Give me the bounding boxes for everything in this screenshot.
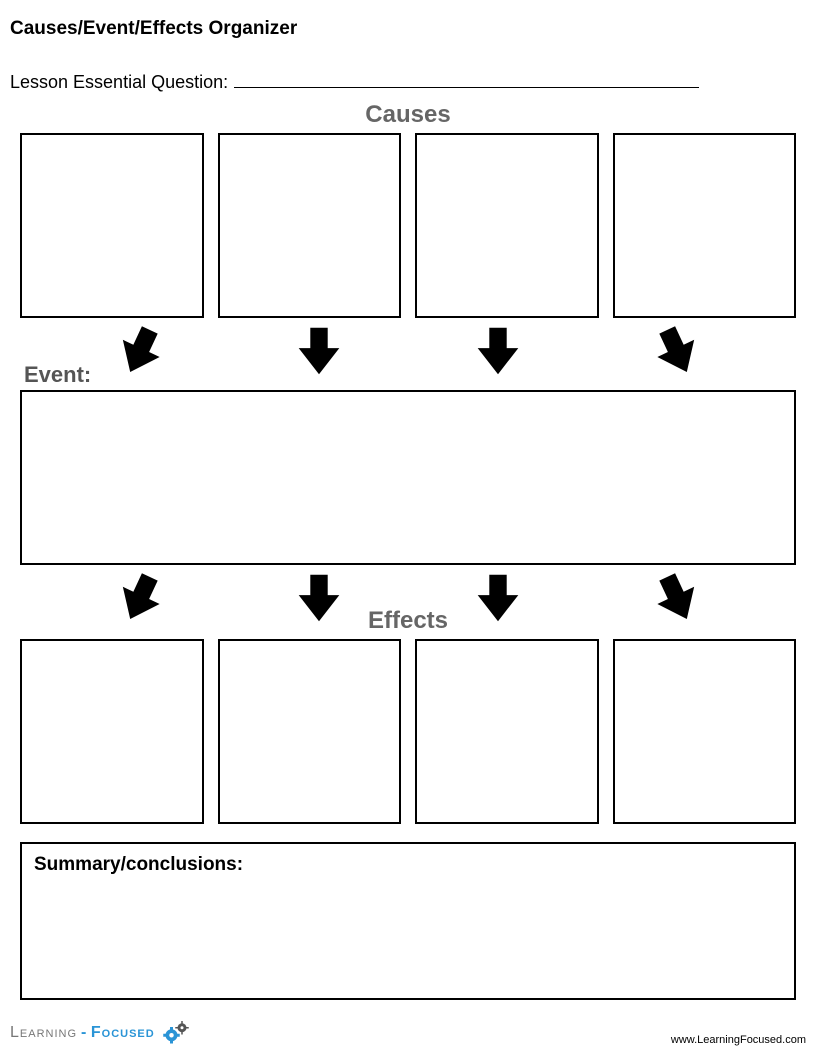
footer: Learning - Focused www.LearningFocused.c… — [10, 1020, 806, 1046]
footer-url: www.LearningFocused.com — [671, 1034, 806, 1046]
arrow-down-icon — [287, 569, 351, 627]
gear-icon — [161, 1020, 191, 1046]
causes-heading: Causes — [10, 101, 806, 129]
summary-label: Summary/conclusions: — [34, 854, 782, 876]
arrow-down-icon — [287, 322, 351, 380]
summary-box[interactable]: Summary/conclusions: — [20, 842, 796, 1000]
arrow-down-left-icon — [645, 569, 709, 627]
logo-dash: - — [81, 1024, 87, 1042]
arrow-down-icon — [466, 569, 530, 627]
essential-question-row: Lesson Essential Question: — [10, 70, 806, 93]
essential-question-label: Lesson Essential Question: — [10, 72, 228, 93]
effect-box[interactable] — [613, 639, 797, 824]
arrow-down-right-icon — [108, 569, 172, 627]
logo-text-2: Focused — [91, 1024, 155, 1042]
effect-box[interactable] — [218, 639, 402, 824]
arrow-down-right-icon — [108, 322, 172, 380]
effect-box[interactable] — [20, 639, 204, 824]
logo-text-1: Learning — [10, 1024, 77, 1042]
cause-box[interactable] — [218, 133, 402, 318]
arrow-down-left-icon — [645, 322, 709, 380]
cause-box[interactable] — [415, 133, 599, 318]
causes-row — [10, 133, 806, 318]
essential-question-input-line[interactable] — [234, 70, 699, 88]
event-box[interactable] — [20, 390, 796, 565]
effect-box[interactable] — [415, 639, 599, 824]
page-title: Causes/Event/Effects Organizer — [10, 18, 806, 40]
arrow-down-icon — [466, 322, 530, 380]
cause-box[interactable] — [613, 133, 797, 318]
logo: Learning - Focused — [10, 1020, 191, 1046]
causes-arrows-row — [10, 318, 806, 384]
effects-row — [10, 639, 806, 824]
cause-box[interactable] — [20, 133, 204, 318]
